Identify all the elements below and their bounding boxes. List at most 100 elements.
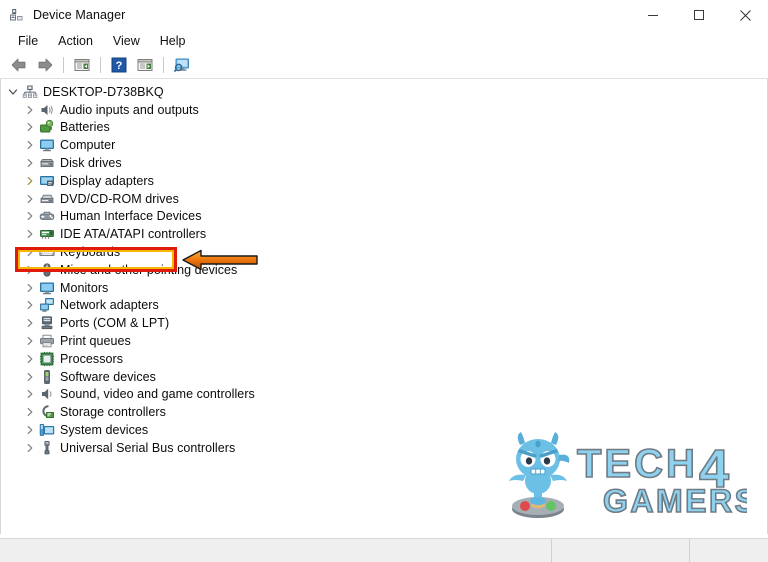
chevron-right-icon[interactable] [23,174,37,188]
scan-hardware-changes-button[interactable] [170,54,194,76]
toolbar-separator-3 [163,57,164,73]
tree-row-processors[interactable]: Processors [1,350,767,368]
chevron-right-icon[interactable] [23,387,37,401]
tree-node-label: Processors [60,351,124,366]
tree-node-label: Keyboards [60,245,121,260]
tree-row-print-queues[interactable]: Print queues [1,332,767,350]
device-manager-icon [8,6,26,24]
disk-drive-icon [39,155,55,171]
wordmark-gamers: GAMERS [603,483,747,519]
monitor-icon [39,137,55,153]
tree-row-audio-inputs-and-outputs[interactable]: Audio inputs and outputs [1,101,767,119]
minimize-button[interactable] [630,0,676,30]
tree-row-keyboards[interactable]: Keyboards [1,243,767,261]
maximize-button[interactable] [676,0,722,30]
tree-row-display-adapters[interactable]: Display adapters [1,172,767,190]
tree-row-ide-ata-atapi-controllers[interactable]: IDE ATA/ATAPI controllers [1,225,767,243]
tree-node-label: Batteries [60,120,110,135]
tree-row-disk-drives[interactable]: Disk drives [1,154,767,172]
chevron-right-icon[interactable] [23,245,37,259]
tree-row-root[interactable]: DESKTOP-D738BKQ [1,83,767,101]
chevron-right-icon[interactable] [23,103,37,117]
chevron-right-icon[interactable] [23,120,37,134]
menu-item-view[interactable]: View [103,30,150,52]
help-button[interactable]: ? [107,54,131,76]
chevron-right-icon[interactable] [23,370,37,384]
tree-node-label: Universal Serial Bus controllers [60,440,236,455]
speaker-icon [39,102,55,118]
chevron-right-icon[interactable] [23,138,37,152]
chevron-right-icon[interactable] [23,423,37,437]
close-button[interactable] [722,0,768,30]
tree-row-sound-video-and-game-controllers[interactable]: Sound, video and game controllers [1,386,767,404]
status-panel-main [0,539,552,562]
tree-node-label: Storage controllers [60,405,166,420]
tree-node-label: Ports (COM & LPT) [60,316,170,331]
status-panel-end [690,539,768,562]
svg-text:?: ? [116,60,123,72]
chevron-right-icon[interactable] [23,281,37,295]
forward-button[interactable] [33,54,57,76]
status-panel-mid [552,539,690,562]
chevron-right-icon[interactable] [23,192,37,206]
tree-node-label: Network adapters [60,298,159,313]
tech4gamers-watermark: TECH 4 GAMERS [501,426,757,526]
chevron-right-icon[interactable] [23,316,37,330]
menu-item-action[interactable]: Action [48,30,103,52]
battery-icon [39,119,55,135]
status-bar [0,538,768,562]
tree-row-mice-and-other-pointing-devices[interactable]: Mice and other pointing devices [1,261,767,279]
tree-row-computer[interactable]: Computer [1,136,767,154]
tree-row-software-devices[interactable]: Software devices [1,368,767,386]
dvd-drive-icon [39,191,55,207]
device-tree[interactable]: DESKTOP-D738BKQ Audio inputs and outputs… [1,79,767,457]
tree-row-batteries[interactable]: Batteries [1,119,767,137]
menu-item-help[interactable]: Help [150,30,196,52]
storage-controller-icon [39,404,55,420]
tree-root-label: DESKTOP-D738BKQ [43,84,164,99]
sound-icon [39,386,55,402]
tech4gamers-wordmark: TECH 4 GAMERS [575,433,757,520]
tree-node-label: Display adapters [60,173,154,188]
tree-node-label: Sound, video and game controllers [60,387,255,402]
port-icon [39,315,55,331]
chevron-right-icon[interactable] [23,298,37,312]
chevron-right-icon[interactable] [23,263,37,277]
toolbar-separator-2 [100,57,101,73]
chevron-right-icon[interactable] [23,334,37,348]
network-adapter-icon [39,297,55,313]
chevron-right-icon[interactable] [23,441,37,455]
system-device-icon [39,422,55,438]
update-driver-button[interactable] [133,54,157,76]
tree-row-dvd-cd-rom-drives[interactable]: DVD/CD-ROM drives [1,190,767,208]
usb-icon [39,440,55,456]
menu-item-file[interactable]: File [8,30,48,52]
mouse-icon [39,262,55,278]
chevron-right-icon[interactable] [23,227,37,241]
chevron-right-icon[interactable] [23,209,37,223]
window-controls [630,0,768,30]
wordmark-tech: TECH [577,442,698,486]
tree-row-human-interface-devices[interactable]: Human Interface Devices [1,208,767,226]
chevron-right-icon[interactable] [23,352,37,366]
tree-node-label: Software devices [60,369,156,384]
software-device-icon [39,369,55,385]
monitor-icon [39,280,55,296]
tree-row-ports-com-and-lpt[interactable]: Ports (COM & LPT) [1,314,767,332]
tree-row-network-adapters[interactable]: Network adapters [1,297,767,315]
tree-row-storage-controllers[interactable]: Storage controllers [1,403,767,421]
window-title: Device Manager [33,8,126,22]
tree-row-monitors[interactable]: Monitors [1,279,767,297]
tree-node-label: Disk drives [60,156,122,171]
menu-bar: File Action View Help [0,30,768,52]
device-manager-window: Device Manager File Action View Help ? D… [0,0,768,562]
chevron-right-icon[interactable] [23,405,37,419]
chevron-right-icon[interactable] [23,156,37,170]
device-tree-panel[interactable]: DESKTOP-D738BKQ Audio inputs and outputs… [0,79,768,534]
tree-node-label: Human Interface Devices [60,209,202,224]
chevron-down-icon[interactable] [6,85,20,99]
tree-node-label: DVD/CD-ROM drives [60,191,179,206]
back-button[interactable] [7,54,31,76]
properties-button[interactable] [70,54,94,76]
toolbar-separator-1 [63,57,64,73]
